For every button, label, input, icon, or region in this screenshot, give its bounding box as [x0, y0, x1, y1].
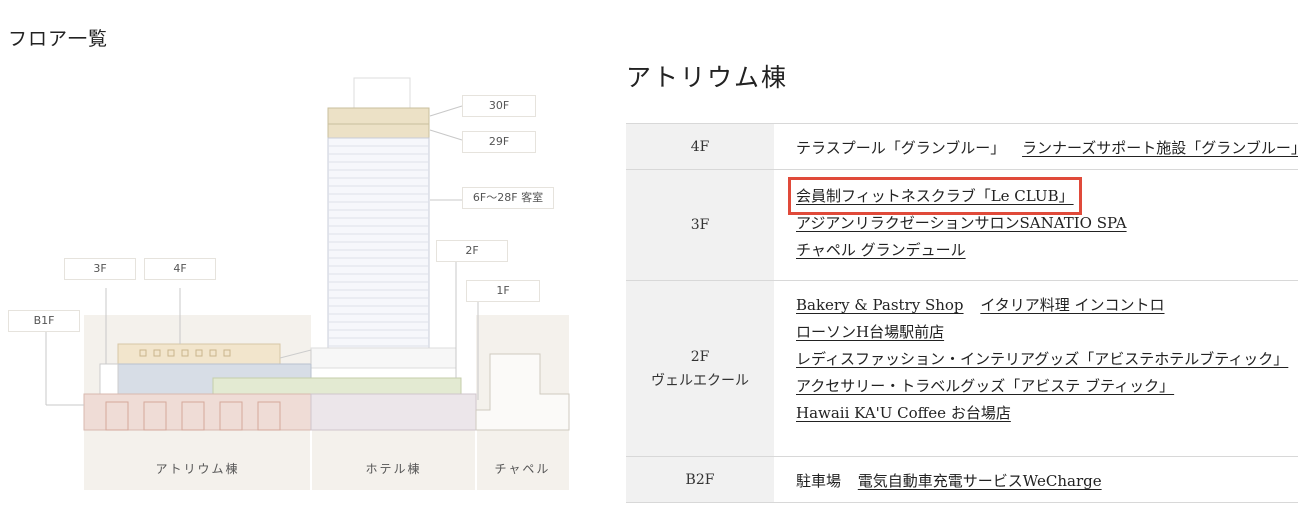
- facility-link[interactable]: Hawaii KA'U Coffee お台場店: [796, 402, 1011, 424]
- facility-link[interactable]: チャペル グランデュール: [796, 239, 966, 261]
- atrium-3f-left: [99, 363, 119, 395]
- floor-label-cell: 2F ヴェルエクール: [626, 281, 774, 456]
- floor-tag-3f[interactable]: 3F: [64, 258, 136, 280]
- floor-table: 4F テラスプール「グランブルー」 ランナーズサポート施設「グランブルー」 3F…: [626, 123, 1298, 503]
- facility-link-le-club[interactable]: 会員制フィットネスクラブ「Le CLUB」: [788, 177, 1082, 215]
- floor-tag-30f[interactable]: 30F: [462, 95, 536, 117]
- floor-row-3f: 3F 会員制フィットネスクラブ「Le CLUB」 アジアンリラクゼーションサロン…: [626, 170, 1298, 281]
- atrium-4f: [117, 343, 281, 365]
- facility-link[interactable]: イタリア料理 インコントロ: [980, 294, 1164, 316]
- floor-tag-4f[interactable]: 4F: [144, 258, 216, 280]
- floor-items: 会員制フィットネスクラブ「Le CLUB」 アジアンリラクゼーションサロンSAN…: [774, 170, 1298, 280]
- items-line: アジアンリラクゼーションサロンSANATIO SPA: [796, 212, 1298, 234]
- page-title: フロア一覧: [8, 28, 109, 50]
- floor-row-2f: 2F ヴェルエクール Bakery & Pastry Shop イタリア料理 イ…: [626, 281, 1298, 457]
- floor-sublabel: ヴェルエクール: [651, 372, 749, 389]
- floor-items: 駐車場 電気自動車充電サービスWeCharge: [774, 457, 1298, 502]
- floor-row-4f: 4F テラスプール「グランブルー」 ランナーズサポート施設「グランブルー」: [626, 124, 1298, 170]
- items-line: 駐車場 電気自動車充電サービスWeCharge: [796, 470, 1298, 492]
- facility-link[interactable]: 電気自動車充電サービスWeCharge: [858, 470, 1102, 492]
- floor-map-diagram: 30F 29F 6F〜28F 客室 2F 1F 3F 4F B1F アトリウム棟…: [0, 60, 600, 518]
- floor-label-cell: 4F: [626, 124, 774, 169]
- items-line: ローソンH台場駅前店: [796, 321, 1298, 343]
- facility-link[interactable]: ランナーズサポート施設「グランブルー」: [1022, 137, 1298, 159]
- floor-tag-29f[interactable]: 29F: [462, 131, 536, 153]
- items-line: 会員制フィットネスクラブ「Le CLUB」: [788, 177, 1298, 215]
- items-line: Hawaii KA'U Coffee お台場店: [796, 402, 1298, 424]
- atrium-b1f: [83, 393, 312, 431]
- zone-label-hotel[interactable]: ホテル棟: [311, 448, 476, 490]
- items-line: Bakery & Pastry Shop イタリア料理 インコントロ: [796, 294, 1298, 316]
- zone-label-chapel[interactable]: チャペル: [476, 448, 569, 490]
- floor-items: Bakery & Pastry Shop イタリア料理 インコントロ ローソンH…: [774, 281, 1298, 456]
- hotel-ground: [310, 393, 477, 431]
- facility-link[interactable]: アクセサリー・トラベルグッズ「アビステ ブティック」: [796, 375, 1174, 397]
- floor-label: 3F: [690, 217, 710, 233]
- tower-base: [310, 347, 457, 369]
- tower-roof-outline: [353, 77, 411, 109]
- floor-tag-1f[interactable]: 1F: [466, 280, 540, 302]
- facility-text: テラスプール「グランブルー」: [796, 139, 1006, 157]
- tower-29f: [327, 123, 430, 139]
- floor-label: B2F: [685, 471, 715, 488]
- facility-link[interactable]: Bakery & Pastry Shop: [796, 294, 964, 316]
- tower-30f: [327, 107, 430, 125]
- facility-link[interactable]: レディスファッション・インテリアグッズ「アビステホテルブティック」: [796, 348, 1288, 370]
- floor-label: 4F: [690, 138, 710, 155]
- items-line: レディスファッション・インテリアグッズ「アビステホテルブティック」: [796, 348, 1298, 370]
- facility-link[interactable]: ローソンH台場駅前店: [796, 321, 944, 343]
- floor-tag-6f-28f[interactable]: 6F〜28F 客室: [462, 187, 554, 209]
- floor-tag-b1f[interactable]: B1F: [8, 310, 80, 332]
- facility-text: 駐車場: [796, 472, 842, 490]
- floor-tag-2f[interactable]: 2F: [436, 240, 508, 262]
- floor-label: 2F: [690, 348, 710, 365]
- floor-row-b2f: B2F 駐車場 電気自動車充電サービスWeCharge: [626, 457, 1298, 503]
- zone-label-atrium[interactable]: アトリウム棟: [84, 448, 311, 490]
- floor-items: テラスプール「グランブルー」 ランナーズサポート施設「グランブルー」: [774, 124, 1298, 169]
- facility-link[interactable]: アジアンリラクゼーションサロンSANATIO SPA: [796, 212, 1127, 234]
- items-line: チャペル グランデュール: [796, 239, 1298, 261]
- floor-label-cell: B2F: [626, 457, 774, 502]
- items-line: アクセサリー・トラベルグッズ「アビステ ブティック」: [796, 375, 1298, 397]
- section-title: アトリウム棟: [626, 63, 789, 92]
- atrium-2f: [212, 377, 462, 395]
- items-line: テラスプール「グランブルー」 ランナーズサポート施設「グランブルー」: [796, 137, 1298, 159]
- floor-label-cell: 3F: [626, 170, 774, 280]
